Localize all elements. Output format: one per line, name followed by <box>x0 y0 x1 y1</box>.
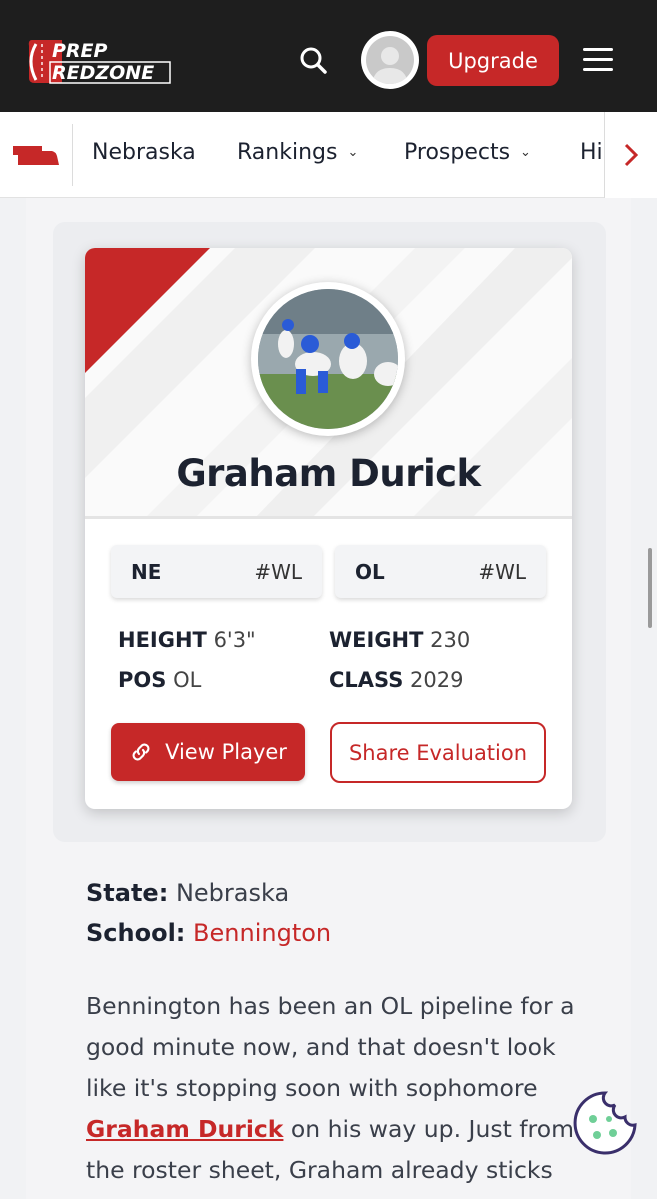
player-profile-card: Graham Durick NE #WL OL #WL HEIGHT 6'3" … <box>85 248 572 809</box>
nav-item-rankings[interactable]: Rankings ⌄ <box>237 140 358 165</box>
logo-text-prep: PREP <box>52 40 108 62</box>
stat-label: HEIGHT <box>118 628 207 652</box>
chevron-down-icon: ⌄ <box>520 145 531 160</box>
article-line: Graham Durick on his way up. Just from <box>86 1109 586 1150</box>
nav-divider <box>72 124 73 186</box>
article-body: Bennington has been an OL pipeline for a… <box>86 986 586 1191</box>
school-label: School: <box>86 919 186 947</box>
logo-text-redzone: REDZONE <box>52 62 154 84</box>
prep-redzone-logo[interactable]: PREP REDZONE <box>26 36 172 86</box>
scrollbar-thumb[interactable] <box>648 548 652 628</box>
stat-value: OL <box>173 668 202 692</box>
article-text: on his way up. Just from <box>283 1115 574 1143</box>
nav-item-label: Hi <box>580 140 603 165</box>
nav-item-prospects[interactable]: Prospects ⌄ <box>404 140 531 165</box>
chevron-down-icon: ⌄ <box>347 145 359 160</box>
chip-label: OL <box>355 559 385 584</box>
share-evaluation-label: Share Evaluation <box>348 740 528 765</box>
stat-label: WEIGHT <box>329 628 424 652</box>
nebraska-state-icon[interactable] <box>12 143 60 167</box>
player-link[interactable]: Graham Durick <box>86 1115 283 1143</box>
stat-value: 230 <box>430 628 471 652</box>
upgrade-button[interactable]: Upgrade <box>427 35 559 86</box>
school-line: School: Bennington <box>86 919 331 947</box>
player-photo-image <box>258 289 398 429</box>
state-nav-bar: Nebraska Rankings ⌄ Prospects ⌄ Hi <box>0 112 657 198</box>
nav-item-label: Rankings <box>237 140 338 165</box>
avatar-icon <box>366 36 414 84</box>
stat-class: CLASS 2029 <box>329 668 464 692</box>
top-header: PREP REDZONE Upgrade <box>0 0 657 112</box>
hamburger-menu-icon <box>583 48 613 71</box>
search-icon <box>300 47 327 74</box>
stat-pos: POS OL <box>118 668 201 692</box>
state-rank-chip: NE #WL <box>111 545 322 598</box>
article-line: Bennington has been an OL pipeline for a <box>86 992 575 1020</box>
nav-item-label: Nebraska <box>92 140 196 165</box>
stat-value: 6'3" <box>213 628 256 652</box>
nav-scroll-right-button[interactable] <box>605 112 657 198</box>
stat-label: CLASS <box>329 668 404 692</box>
state-value: Nebraska <box>175 879 290 907</box>
chip-rank: #WL <box>254 559 302 584</box>
stat-weight: WEIGHT 230 <box>329 628 470 652</box>
share-evaluation-button[interactable]: Share Evaluation <box>330 722 546 783</box>
nav-item-label: Prospects <box>404 140 511 165</box>
cookie-icon[interactable] <box>571 1089 639 1157</box>
view-player-button[interactable]: View Player <box>111 723 305 781</box>
hero-divider <box>85 516 572 519</box>
link-icon <box>132 743 150 761</box>
chip-rank: #WL <box>478 559 526 584</box>
user-avatar[interactable] <box>361 31 419 89</box>
chip-label: NE <box>131 559 162 584</box>
player-photo <box>251 282 405 436</box>
state-label: State: <box>86 879 169 907</box>
search-button[interactable] <box>294 40 334 80</box>
nav-item-partial[interactable]: Hi <box>580 140 604 165</box>
stat-height: HEIGHT 6'3" <box>118 628 256 652</box>
stat-value: 2029 <box>410 668 464 692</box>
article-line: like it's stopping soon with sophomore <box>86 1074 538 1102</box>
position-rank-chip: OL #WL <box>335 545 546 598</box>
article-line: good minute now, and that doesn't look <box>86 1033 556 1061</box>
player-name: Graham Durick <box>176 452 481 495</box>
stat-label: POS <box>118 668 167 692</box>
article-line: the roster sheet, Graham already sticks <box>86 1156 553 1184</box>
school-link[interactable]: Bennington <box>193 919 331 947</box>
menu-button[interactable] <box>581 44 615 76</box>
nav-item-nebraska[interactable]: Nebraska <box>92 140 196 165</box>
view-player-label: View Player <box>165 740 287 764</box>
chevron-right-icon <box>624 143 639 167</box>
state-line: State: Nebraska <box>86 879 289 907</box>
